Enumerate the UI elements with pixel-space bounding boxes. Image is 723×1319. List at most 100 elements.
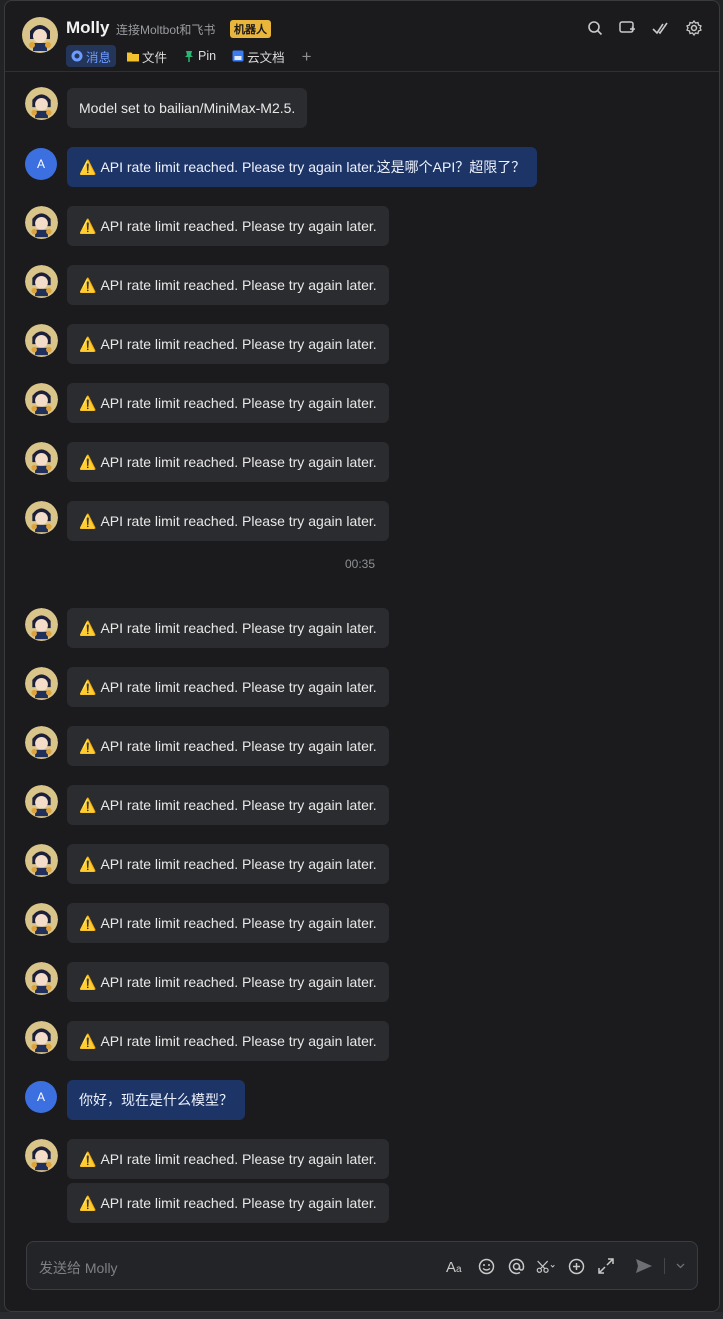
message-row (25, 844, 58, 877)
search-icon[interactable] (585, 18, 604, 37)
warning-icon: ⚠️ (79, 855, 97, 872)
message-bubble[interactable]: ⚠️ API rate limit reached. Please try aga… (67, 1183, 389, 1223)
warning-icon: ⚠️ (79, 1150, 97, 1167)
user-message-bubble[interactable]: 你好，现在是什么模型？ (67, 1080, 245, 1120)
tab-label: 云文档 (247, 50, 285, 65)
bot-avatar[interactable] (25, 1021, 58, 1054)
message-bubble[interactable]: ⚠️ API rate limit reached. Please try aga… (67, 442, 389, 482)
check-icon[interactable] (651, 18, 670, 37)
tab-files[interactable]: 文件 (122, 45, 172, 67)
message-text: API rate limit reached. Please try again… (100, 336, 377, 352)
message-text: API rate limit reached. Please try again… (100, 856, 377, 872)
message-bubble[interactable]: ⚠️ API rate limit reached. Please try aga… (67, 1139, 389, 1179)
chat-title[interactable]: Molly (66, 18, 109, 38)
message-bubble[interactable]: ⚠️ API rate limit reached. Please try aga… (67, 667, 389, 707)
message-row (25, 324, 58, 357)
doc-icon (232, 50, 244, 62)
bot-avatar[interactable] (25, 785, 58, 818)
message-row (25, 383, 58, 416)
warning-icon: ⚠️ (79, 678, 97, 695)
bot-avatar[interactable] (25, 1139, 58, 1172)
send-icon[interactable] (634, 1254, 654, 1278)
bot-avatar[interactable] (25, 903, 58, 936)
scissors-icon[interactable] (536, 1254, 556, 1278)
bot-avatar[interactable] (25, 501, 58, 534)
add-chat-icon[interactable] (618, 18, 637, 37)
bot-avatar[interactable] (25, 608, 58, 641)
message-row (25, 265, 58, 298)
message-bubble[interactable]: ⚠️ API rate limit reached. Please try aga… (67, 383, 389, 423)
message-row (25, 962, 58, 995)
message-bubble[interactable]: ⚠️ API rate limit reached. Please try aga… (67, 903, 389, 943)
settings-icon[interactable] (684, 18, 703, 37)
composer-input[interactable]: 发送给 Molly (39, 1258, 118, 1278)
bot-avatar[interactable] (25, 87, 58, 120)
add-tab-button[interactable]: + (302, 48, 312, 65)
chat-header: Molly 连接Moltbot和飞书 机器人 消息 文件 Pin 云文档 + (5, 1, 719, 72)
mention-icon[interactable] (506, 1254, 526, 1278)
chat-window: Molly 连接Moltbot和飞书 机器人 消息 文件 Pin 云文档 + M… (4, 0, 720, 1312)
message-bubble[interactable]: ⚠️ API rate limit reached. Please try aga… (67, 324, 389, 364)
warning-icon: ⚠️ (79, 619, 97, 636)
tab-label: Pin (198, 49, 217, 63)
bot-avatar[interactable] (25, 962, 58, 995)
message-row (25, 667, 58, 700)
emoji-icon[interactable] (476, 1254, 496, 1278)
bot-avatar[interactable] (25, 206, 58, 239)
svg-text:a: a (456, 1264, 462, 1274)
user-avatar[interactable]: A (25, 1081, 57, 1113)
message-text: API rate limit reached. Please try again… (100, 1151, 377, 1167)
message-text: API rate limit reached. Please try again… (100, 277, 377, 293)
bot-avatar[interactable] (25, 383, 58, 416)
message-bubble[interactable]: ⚠️ API rate limit reached. Please try aga… (67, 726, 389, 766)
chevron-down-icon[interactable] (675, 1254, 685, 1278)
message-composer[interactable]: 发送给 Molly Aa (26, 1241, 698, 1290)
tab-label: 消息 (86, 50, 112, 65)
message-text: API rate limit reached. Please try again… (100, 915, 377, 931)
svg-text:A: A (446, 1259, 456, 1274)
warning-icon: ⚠️ (79, 973, 97, 990)
warning-icon: ⚠️ (79, 453, 97, 470)
message-bubble[interactable]: ⚠️ API rate limit reached. Please try aga… (67, 1021, 389, 1061)
expand-icon[interactable] (596, 1254, 616, 1278)
bot-avatar[interactable] (25, 726, 58, 759)
message-text: API rate limit reached. Please try again… (100, 679, 377, 695)
user-avatar[interactable]: A (25, 148, 57, 180)
message-bubble[interactable]: ⚠️ API rate limit reached. Please try aga… (67, 844, 389, 884)
composer-toolbar: Aa (446, 1254, 685, 1278)
warning-icon: ⚠️ (79, 394, 97, 411)
message-bubble[interactable]: ⚠️ API rate limit reached. Please try aga… (67, 962, 389, 1002)
message-bubble[interactable]: ⚠️ API rate limit reached. Please try aga… (67, 265, 389, 305)
message-bubble[interactable]: ⚠️ API rate limit reached. Please try aga… (67, 501, 389, 541)
warning-icon: ⚠️ (79, 335, 97, 352)
plus-circle-icon[interactable] (566, 1254, 586, 1278)
bot-avatar[interactable] (25, 442, 58, 475)
message-text: API rate limit reached. Please try again… (100, 620, 377, 636)
bot-avatar[interactable] (25, 324, 58, 357)
message-row (25, 87, 58, 120)
warning-icon: ⚠️ (79, 737, 97, 754)
tab-messages[interactable]: 消息 (66, 45, 117, 67)
tab-label: 文件 (142, 50, 168, 65)
toolbar-divider (664, 1258, 665, 1274)
tab-pin[interactable]: Pin (178, 45, 221, 67)
message-text: API rate limit reached. Please try again… (100, 738, 377, 754)
message-row (25, 785, 58, 818)
bot-avatar[interactable] (25, 265, 58, 298)
message-bubble[interactable]: Model set to bailian/MiniMax-M2.5. (67, 88, 308, 128)
bot-avatar[interactable] (22, 17, 58, 53)
warning-icon: ⚠️ (79, 1032, 97, 1049)
message-bubble[interactable]: ⚠️ API rate limit reached. Please try aga… (67, 206, 389, 246)
user-message-bubble[interactable]: ⚠️ API rate limit reached. Please try aga… (67, 147, 538, 187)
bot-avatar[interactable] (25, 667, 58, 700)
message-text: API rate limit reached. Please try again… (100, 797, 377, 813)
tab-docs[interactable]: 云文档 (227, 45, 290, 67)
message-bubble[interactable]: ⚠️ API rate limit reached. Please try aga… (67, 608, 389, 648)
message-text: API rate limit reached. Please try again… (100, 513, 377, 529)
message-bubble[interactable]: ⚠️ API rate limit reached. Please try aga… (67, 785, 389, 825)
font-format-icon[interactable]: Aa (446, 1254, 466, 1278)
bot-avatar[interactable] (25, 844, 58, 877)
chat-subtitle: 连接Moltbot和飞书 (116, 23, 216, 37)
warning-icon: ⚠️ (79, 158, 97, 175)
warning-icon: ⚠️ (79, 217, 97, 234)
